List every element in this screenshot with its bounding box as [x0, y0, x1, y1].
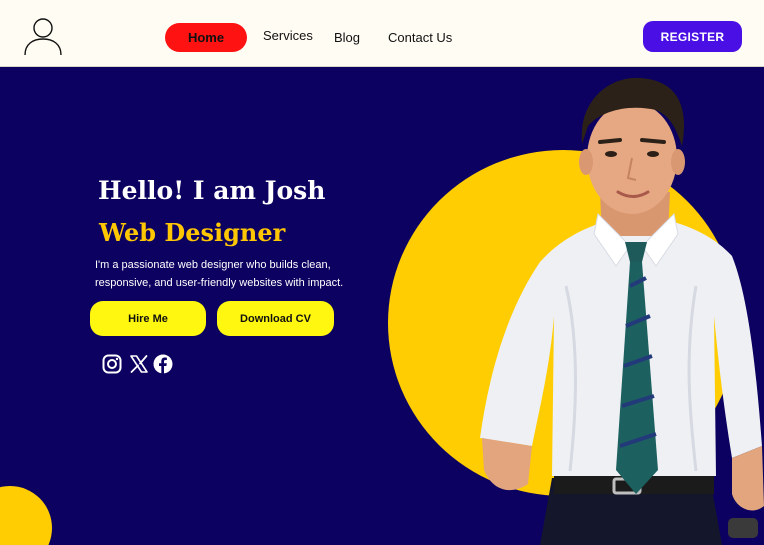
- hero-greeting: Hello! I am Josh: [98, 176, 326, 205]
- x-icon[interactable]: [129, 354, 149, 374]
- instagram-icon[interactable]: [102, 354, 122, 374]
- nav-services-link[interactable]: Services: [263, 28, 313, 43]
- hero-description-line: I'm a passionate web designer who builds…: [95, 259, 331, 271]
- user-avatar-icon[interactable]: [23, 17, 63, 57]
- download-cv-button[interactable]: Download CV: [217, 301, 334, 336]
- hero-role: Web Designer: [99, 218, 286, 247]
- landing-page: Home Services Blog Contact Us REGISTER H…: [0, 0, 764, 545]
- facebook-icon[interactable]: [153, 354, 173, 374]
- nav-home-button[interactable]: Home: [165, 23, 247, 52]
- nav-blog-link[interactable]: Blog: [334, 30, 360, 45]
- hire-me-button[interactable]: Hire Me: [90, 301, 206, 336]
- hero-description-line: responsive, and user-friendly websites w…: [95, 277, 344, 289]
- corner-accent-circle: [0, 486, 52, 545]
- register-button[interactable]: REGISTER: [643, 21, 742, 52]
- top-navigation-bar: Home Services Blog Contact Us REGISTER: [0, 0, 764, 67]
- nav-contact-link[interactable]: Contact Us: [388, 30, 452, 45]
- portrait-photo: [480, 77, 764, 545]
- hero-description: I'm a passionate web designer who builds…: [95, 256, 365, 292]
